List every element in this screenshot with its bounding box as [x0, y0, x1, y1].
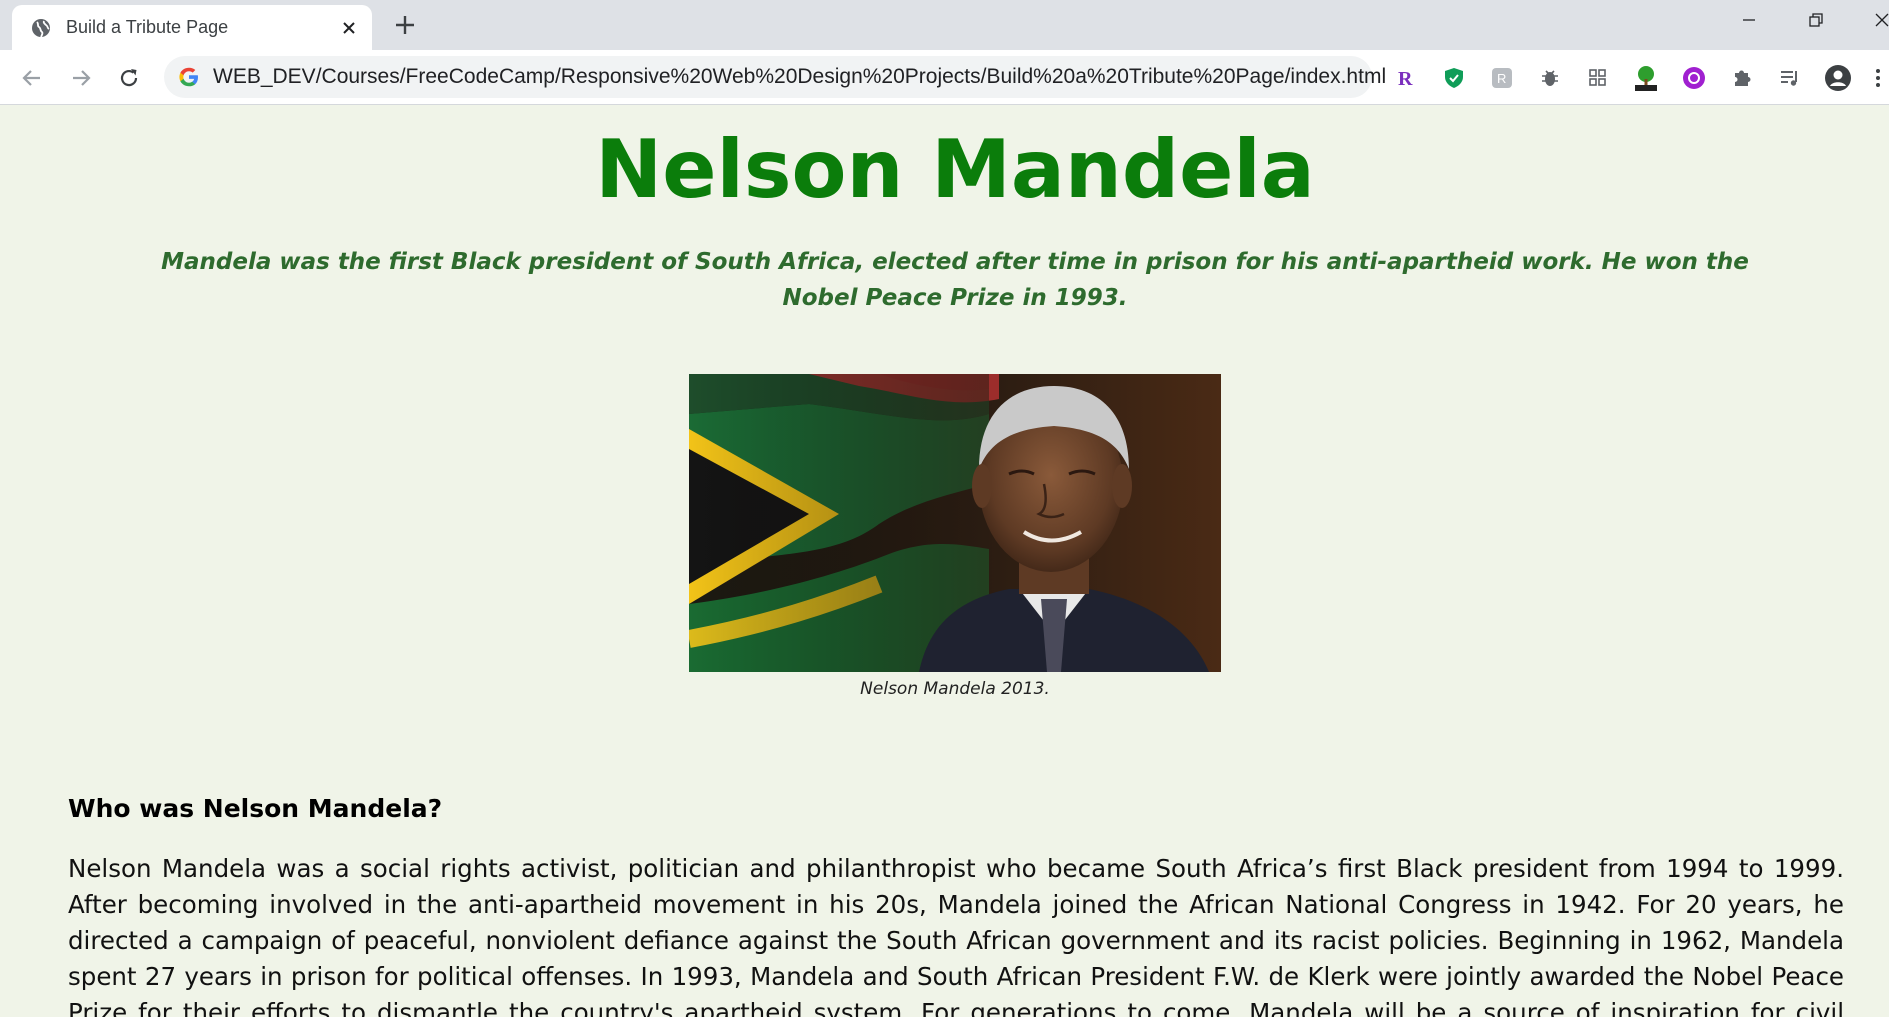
- puzzle-icon: [1735, 70, 1751, 86]
- media-queue-icon: [1781, 71, 1797, 86]
- close-tab-button[interactable]: [336, 15, 362, 41]
- restore-button[interactable]: [1794, 6, 1838, 34]
- bug-extension-button[interactable]: [1535, 63, 1565, 93]
- html-tree-extension-button[interactable]: [1631, 63, 1661, 93]
- section-heading: Who was Nelson Mandela?: [68, 794, 443, 823]
- minimize-button[interactable]: [1727, 6, 1771, 34]
- more-menu-button[interactable]: [1868, 63, 1888, 93]
- bug-extension-icon: [1542, 70, 1558, 86]
- page-title: Nelson Mandela: [595, 123, 1315, 216]
- globe-icon: [32, 19, 50, 38]
- r-badge-extension-button[interactable]: R: [1487, 63, 1517, 93]
- more-menu-icon: [1876, 69, 1880, 87]
- back-button[interactable]: [16, 62, 48, 94]
- new-tab-button[interactable]: [390, 10, 420, 40]
- svg-text:R: R: [1497, 71, 1506, 86]
- reload-button[interactable]: [113, 62, 145, 94]
- browser-tab[interactable]: Build a Tribute Page: [12, 5, 372, 50]
- purple-circle-extension-icon: [1683, 67, 1705, 89]
- address-bar[interactable]: WEB_DEV/Courses/FreeCodeCamp/Responsive%…: [164, 56, 1386, 98]
- mandela-photo: [689, 374, 1221, 672]
- grid-extension-icon: [1589, 69, 1606, 86]
- google-icon: [179, 67, 198, 87]
- r-extension-icon: R: [1398, 68, 1413, 89]
- r-extension-button[interactable]: R: [1390, 63, 1420, 93]
- minimize-icon: [1743, 19, 1755, 21]
- image-caption: Nelson Mandela 2013.: [860, 679, 1050, 699]
- close-icon: [343, 22, 355, 34]
- url-text: WEB_DEV/Courses/FreeCodeCamp/Responsive%…: [213, 65, 1387, 88]
- html-tree-extension-icon: [1635, 66, 1657, 91]
- extensions-button[interactable]: [1727, 63, 1757, 93]
- purple-circle-extension-button[interactable]: [1679, 63, 1709, 93]
- profile-button[interactable]: [1823, 63, 1853, 93]
- media-queue-button[interactable]: [1775, 63, 1805, 93]
- restore-icon: [1809, 13, 1823, 27]
- tribute-page: Nelson Mandela Mandela was the first Bla…: [0, 106, 1889, 1017]
- arrow-left-icon: [22, 70, 40, 86]
- browser-toolbar: WEB_DEV/Courses/FreeCodeCamp/Responsive%…: [0, 50, 1889, 105]
- close-window-button[interactable]: [1860, 6, 1889, 34]
- page-subtitle: Mandela was the first Black president of…: [161, 249, 1749, 311]
- tab-strip: Build a Tribute Page: [0, 0, 1889, 50]
- biography-text: Nelson Mandela was a social rights activ…: [68, 854, 1844, 1017]
- shield-extension-icon: [1445, 68, 1463, 88]
- r-badge-extension-icon: R: [1492, 68, 1512, 88]
- grid-extension-button[interactable]: [1583, 63, 1613, 93]
- arrow-right-icon: [73, 70, 91, 86]
- tab-title: Build a Tribute Page: [66, 17, 229, 37]
- svg-text:R: R: [1398, 68, 1413, 89]
- forward-button[interactable]: [65, 62, 97, 94]
- close-icon: [1875, 13, 1889, 27]
- shield-extension-button[interactable]: [1439, 63, 1469, 93]
- reload-icon: [120, 69, 138, 87]
- profile-avatar-icon: [1825, 65, 1851, 91]
- plus-icon: [396, 16, 414, 34]
